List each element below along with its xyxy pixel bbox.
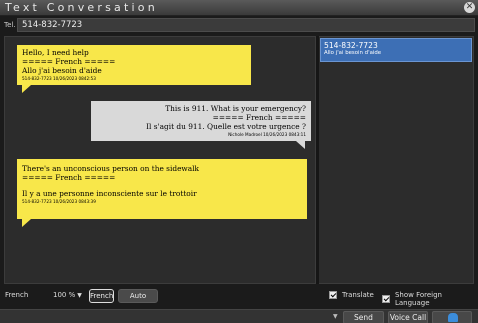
show-foreign-label: Show Foreign Language [394, 291, 442, 307]
message-separator: ===== French ===== [22, 57, 116, 67]
message-stamp: 514-832-7723 10/26/2023 0843:39 [22, 198, 96, 204]
conversation-item[interactable]: 514-832-7723 Allo j'ai besoin d'aide [320, 38, 472, 62]
translate-checkbox[interactable]: Translate [329, 291, 374, 299]
message-separator: ===== French ===== [212, 113, 306, 123]
voice-call-button[interactable]: Voice Call [388, 311, 428, 323]
window-title: Text Conversation [5, 1, 158, 14]
message-translation: Il y a une personne inconsciente sur le … [22, 189, 197, 199]
message-bubble-outgoing: This is 911. What is your emergency? ===… [91, 101, 311, 149]
zoom-selector[interactable]: 100 % ▼ [53, 291, 82, 299]
chevron-down-icon: ▼ [77, 292, 82, 299]
tel-row: Tel. # 514-832-7723 [0, 16, 478, 34]
phone-icon [448, 313, 458, 322]
message-stamp: 514-832-7723 10/26/2023 0842:53 [22, 75, 96, 81]
translate-label: Translate [342, 291, 374, 299]
conversation-list: 514-832-7723 Allo j'ai besoin d'aide [319, 36, 474, 284]
show-foreign-language-checkbox[interactable]: Show Foreign Language [382, 291, 478, 307]
send-button[interactable]: Send [343, 311, 384, 323]
zoom-value: 100 % [53, 291, 76, 299]
message-translation: Il s'agit du 911. Quelle est votre urgen… [146, 122, 306, 132]
language-selector[interactable]: French [5, 291, 28, 299]
title-bar: Text Conversation ✕ [0, 0, 478, 16]
message-text: Hello, I need help [22, 48, 89, 57]
french-button[interactable]: French [89, 289, 114, 303]
close-icon[interactable]: ✕ [464, 2, 475, 13]
tel-number-field[interactable]: 514-832-7723 [17, 18, 475, 32]
chevron-down-icon[interactable]: ▼ [333, 313, 338, 320]
message-bubble-incoming: There's an unconscious person on the sid… [17, 159, 307, 227]
message-translation: Allo j'ai besoin d'aide [22, 66, 102, 76]
message-separator: ===== French ===== [22, 173, 116, 183]
translation-toolbar: French 100 % ▼ French Auto Translate Show… [0, 287, 478, 307]
message-stamp: Nichole Madroel 10/26/2023 0843:11 [228, 131, 306, 137]
conversation-number: 514-832-7723 [324, 41, 378, 50]
auto-button[interactable]: Auto [118, 289, 158, 303]
message-text: There's an unconscious person on the sid… [22, 164, 200, 173]
message-thread: Hello, I need help ===== French ===== Al… [4, 36, 316, 284]
conversation-preview: Allo j'ai besoin d'aide [324, 50, 382, 56]
compose-bar: ▼ Send Voice Call [0, 309, 478, 323]
message-text: This is 911. What is your emergency? [165, 104, 306, 113]
message-bubble-incoming: Hello, I need help ===== French ===== Al… [17, 45, 251, 93]
phone-button[interactable] [432, 311, 472, 323]
checkbox-checked-icon [382, 295, 390, 303]
checkbox-checked-icon [329, 291, 337, 299]
